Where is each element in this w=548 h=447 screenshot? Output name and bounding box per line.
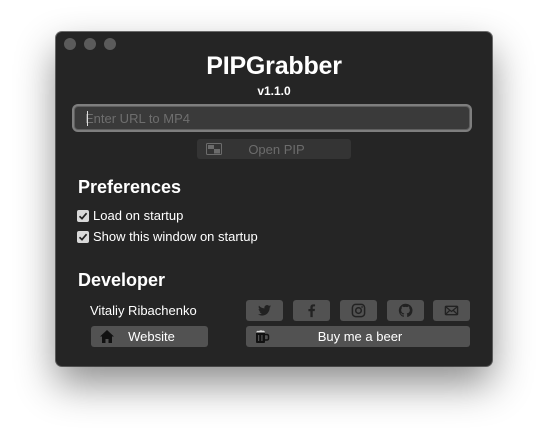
- twitter-icon: [257, 305, 272, 316]
- facebook-icon: [308, 304, 316, 318]
- instagram-button[interactable]: [340, 300, 377, 321]
- twitter-button[interactable]: [246, 300, 283, 321]
- show-window-label: Show this window on startup: [93, 229, 258, 244]
- github-button[interactable]: [387, 300, 424, 321]
- github-icon: [398, 303, 413, 317]
- developer-heading: Developer: [78, 270, 166, 290]
- developer-name: Vitaliy Ribachenko: [90, 303, 197, 318]
- show-window-option[interactable]: Show this window on startup: [77, 229, 258, 244]
- facebook-button[interactable]: [293, 300, 330, 321]
- checkbox-load-on-startup[interactable]: [77, 209, 89, 222]
- url-input[interactable]: [74, 106, 470, 130]
- open-pip-label: Open PIP: [248, 141, 305, 157]
- home-icon: [100, 330, 114, 343]
- mail-icon: [444, 305, 459, 316]
- beer-mug-icon: [256, 330, 270, 343]
- website-button[interactable]: Website: [91, 326, 208, 347]
- zoom-window-button[interactable]: [104, 38, 116, 50]
- pip-icon: [206, 143, 222, 155]
- checkbox-show-window[interactable]: [77, 230, 89, 243]
- open-pip-button[interactable]: Open PIP: [197, 139, 351, 159]
- load-on-startup-option[interactable]: Load on startup: [77, 208, 183, 223]
- load-on-startup-label: Load on startup: [93, 208, 184, 223]
- close-window-button[interactable]: [64, 38, 76, 50]
- buy-beer-button[interactable]: Buy me a beer: [246, 326, 470, 347]
- app-title: PIPGrabber: [206, 52, 342, 80]
- checkmark-icon: [78, 212, 88, 220]
- instagram-icon: [351, 303, 366, 318]
- app-version: v1.1.0: [257, 84, 291, 98]
- text-caret: [87, 111, 88, 126]
- website-label: Website: [128, 329, 175, 344]
- buy-beer-label: Buy me a beer: [317, 329, 403, 344]
- mail-button[interactable]: [433, 300, 470, 321]
- preferences-heading: Preferences: [78, 177, 182, 197]
- checkmark-icon: [78, 233, 88, 241]
- app-window: PIPGrabber v1.1.0 Open PIP Preferences L…: [56, 32, 492, 366]
- minimize-window-button[interactable]: [84, 38, 96, 50]
